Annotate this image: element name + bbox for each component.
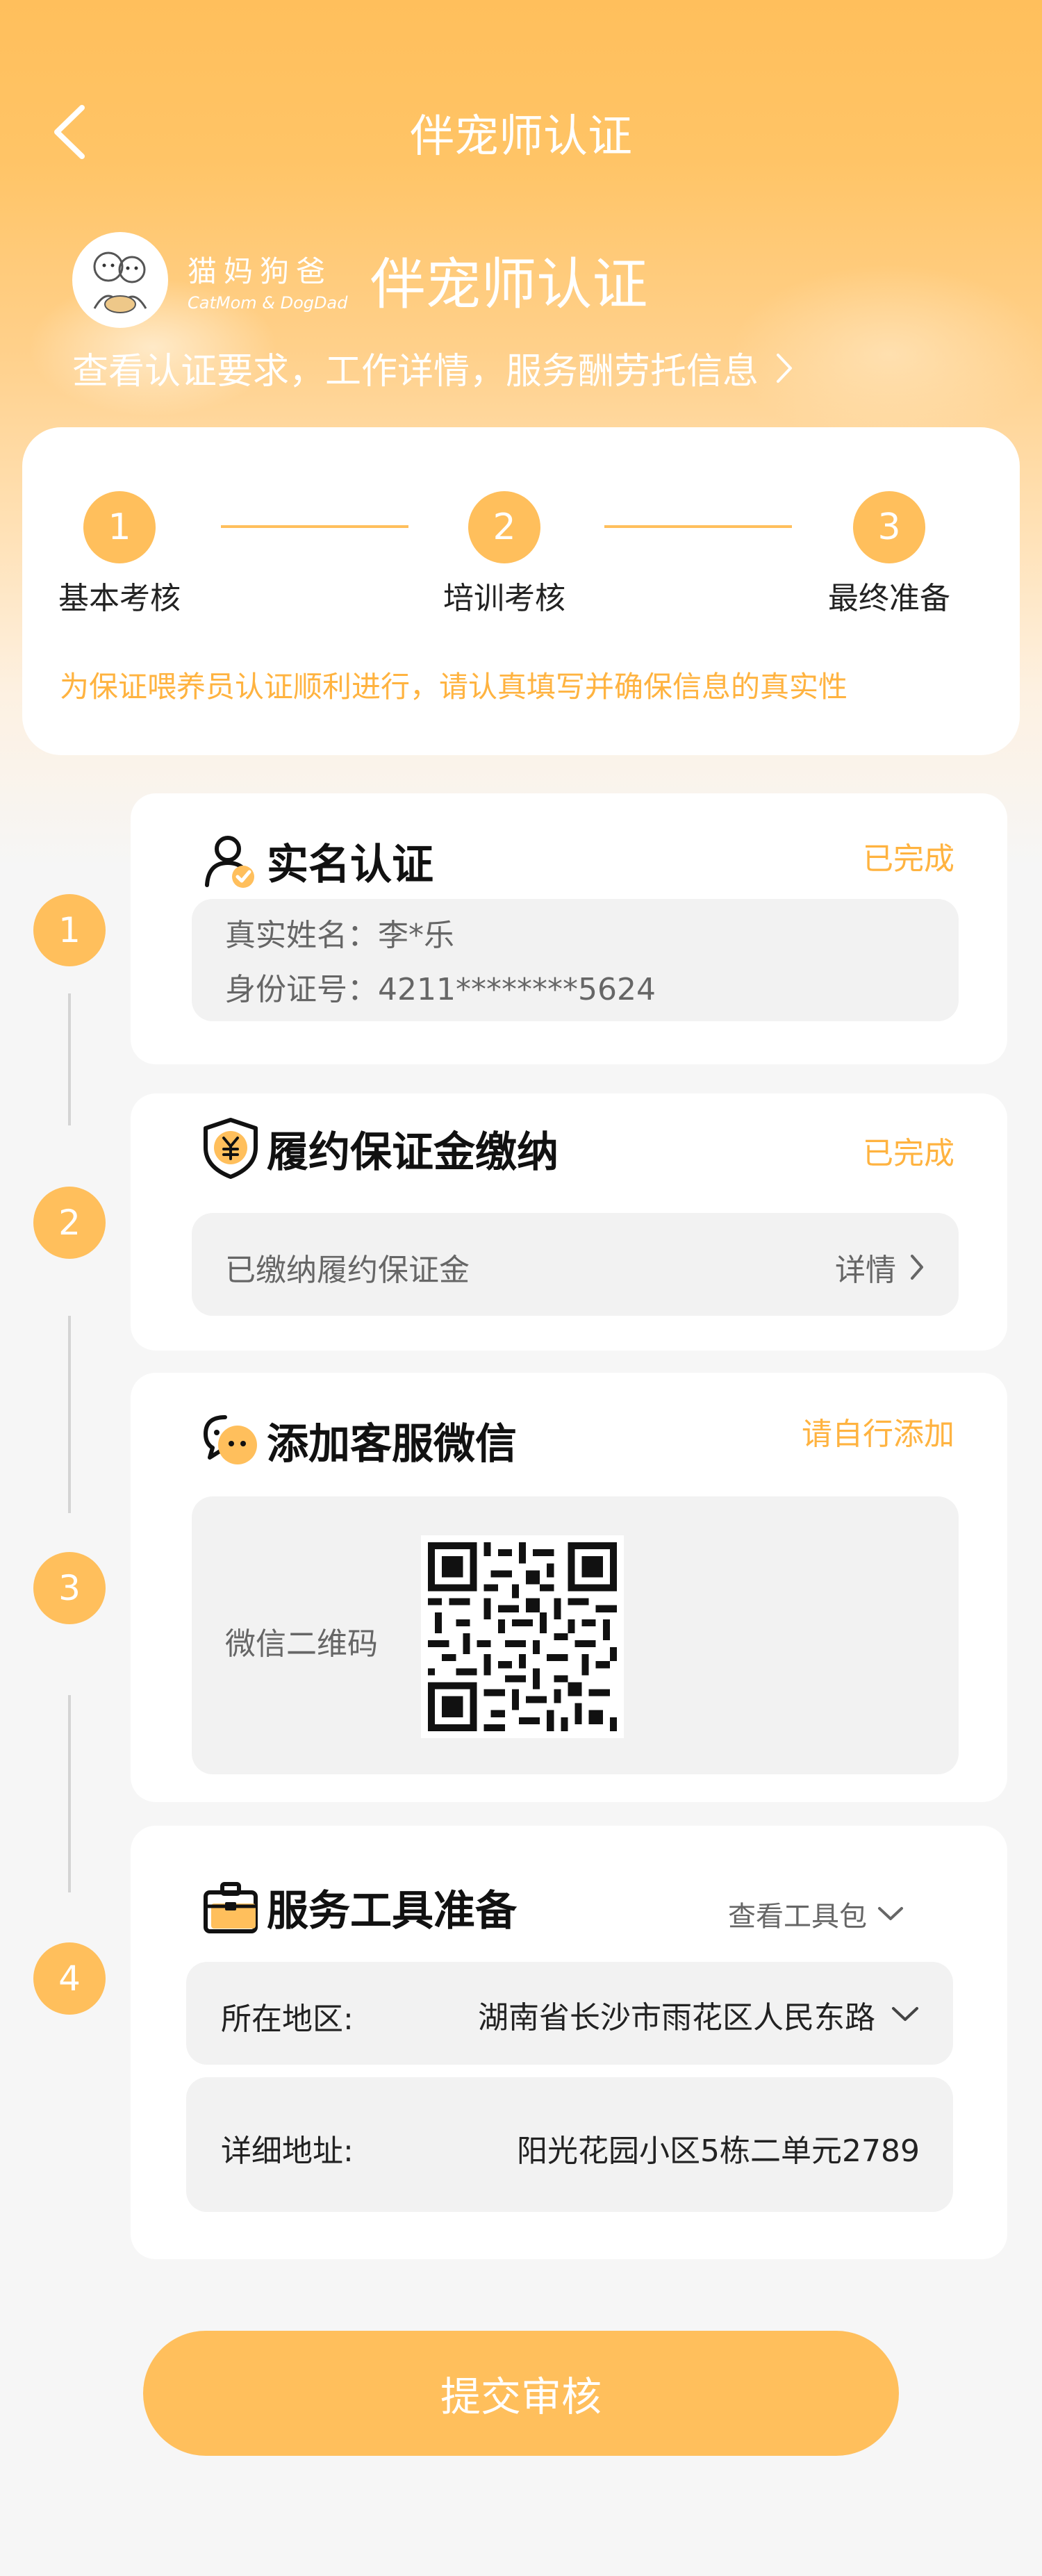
brand-header: 猫妈狗爸 CatMom & DogDad 伴宠师认证 — [72, 232, 647, 328]
requirements-link-text: 查看认证要求，工作详情，服务酬劳托信息 — [72, 351, 759, 393]
steps-note: 为保证喂养员认证顺利进行，请认真填写并确保信息的真实性 — [60, 670, 848, 704]
realname-card: 实名认证 已完成 真实姓名：李*乐 身份证号：4211********5624 — [131, 793, 1007, 1064]
timeline-step-2: 2 — [33, 1187, 106, 1259]
region-value-text: 湖南省长沙市雨花区人民东路 — [478, 2000, 875, 2036]
realname-name: 真实姓名：李*乐 — [225, 918, 454, 953]
brand-logo-cn: 猫妈狗爸 — [188, 254, 333, 288]
region-select[interactable]: 所在地区: 湖南省长沙市雨花区人民东路 — [186, 1962, 953, 2065]
page-title: 伴宠师认证 — [410, 111, 632, 163]
chevron-right-icon — [777, 353, 793, 383]
step-3-label: 最终准备 — [828, 581, 950, 616]
realname-title: 实名认证 — [267, 841, 433, 889]
timeline-line — [68, 1316, 71, 1513]
wechat-title: 添加客服微信 — [267, 1420, 517, 1469]
brand-title: 伴宠师认证 — [370, 252, 648, 317]
realname-info-box: 真实姓名：李*乐 身份证号：4211********5624 — [192, 899, 959, 1021]
timeline-line — [68, 1695, 71, 1892]
toolbox-icon — [201, 1880, 260, 1935]
step-1-label: 基本考核 — [58, 581, 181, 616]
progress-steps-card: 1 2 3 基本考核 培训考核 最终准备 为保证喂养员认证顺利进行，请认真填写并… — [22, 427, 1020, 755]
chevron-down-icon — [878, 1907, 903, 1920]
deposit-row-text: 已缴纳履约保证金 — [225, 1253, 470, 1288]
chat-bubbles-icon — [201, 1413, 260, 1469]
deposit-detail-link[interactable]: 详情 — [835, 1245, 925, 1289]
timeline-step-1: 1 — [33, 894, 106, 966]
deposit-title-row: 履约保证金缴纳 — [201, 1117, 559, 1180]
realname-id: 身份证号：4211********5624 — [225, 972, 656, 1007]
address-field[interactable]: 详细地址: 阳光花园小区5栋二单元2789 — [186, 2077, 953, 2212]
tools-card: 服务工具准备 查看工具包 所在地区: 湖南省长沙市雨花区人民东路 详细地址: 阳… — [131, 1826, 1007, 2259]
deposit-card: 履约保证金缴纳 已完成 已缴纳履约保证金 详情 — [131, 1093, 1007, 1351]
chevron-down-icon — [892, 2007, 918, 2021]
wechat-status: 请自行添加 — [802, 1417, 954, 1452]
qr-code-icon — [421, 1535, 624, 1738]
step-2-circle: 2 — [468, 491, 540, 563]
brand-logo-text: 猫妈狗爸 CatMom & DogDad — [188, 248, 347, 313]
person-check-icon — [201, 832, 260, 891]
wechat-qr-code[interactable] — [421, 1535, 624, 1738]
submit-button[interactable]: 提交审核 — [143, 2331, 899, 2456]
realname-status: 已完成 — [863, 841, 954, 877]
wechat-title-row: 添加客服微信 — [201, 1410, 517, 1471]
timeline-line — [68, 993, 71, 1125]
shield-yen-icon — [201, 1117, 260, 1180]
deposit-detail-label: 详情 — [835, 1253, 896, 1288]
timeline-step-3: 3 — [33, 1552, 106, 1624]
requirements-link[interactable]: 查看认证要求，工作详情，服务酬劳托信息 — [72, 342, 795, 394]
tools-title: 服务工具准备 — [267, 1887, 517, 1935]
region-label: 所在地区: — [221, 2001, 354, 2037]
view-toolkit-link[interactable]: 查看工具包 — [728, 1894, 904, 1934]
address-value: 阳光花园小区5栋二单元2789 — [517, 2133, 920, 2169]
chevron-right-icon — [911, 1255, 923, 1280]
region-value: 湖南省长沙市雨花区人民东路 — [478, 1992, 920, 2037]
cat-dog-logo-icon — [93, 251, 147, 313]
tools-title-row: 服务工具准备 — [201, 1877, 517, 1938]
step-3-circle: 3 — [853, 491, 925, 563]
deposit-row[interactable]: 已缴纳履约保证金 详情 — [192, 1213, 959, 1316]
deposit-title: 履约保证金缴纳 — [267, 1128, 559, 1177]
deposit-status: 已完成 — [863, 1136, 954, 1171]
address-label: 详细地址: — [221, 2133, 354, 2169]
wechat-qr-label: 微信二维码 — [225, 1626, 378, 1662]
step-connector — [604, 525, 792, 528]
step-1-circle: 1 — [83, 491, 156, 563]
view-toolkit-label: 查看工具包 — [728, 1901, 867, 1933]
realname-title-row: 实名认证 — [201, 831, 433, 891]
brand-logo — [72, 232, 168, 328]
step-connector — [221, 525, 408, 528]
timeline-step-4: 4 — [33, 1942, 106, 2015]
wechat-card: 添加客服微信 请自行添加 微信二维码 — [131, 1373, 1007, 1802]
wechat-qr-box: 微信二维码 — [192, 1496, 959, 1774]
brand-logo-en: CatMom & DogDad — [188, 292, 348, 313]
step-2-label: 培训考核 — [443, 581, 565, 616]
